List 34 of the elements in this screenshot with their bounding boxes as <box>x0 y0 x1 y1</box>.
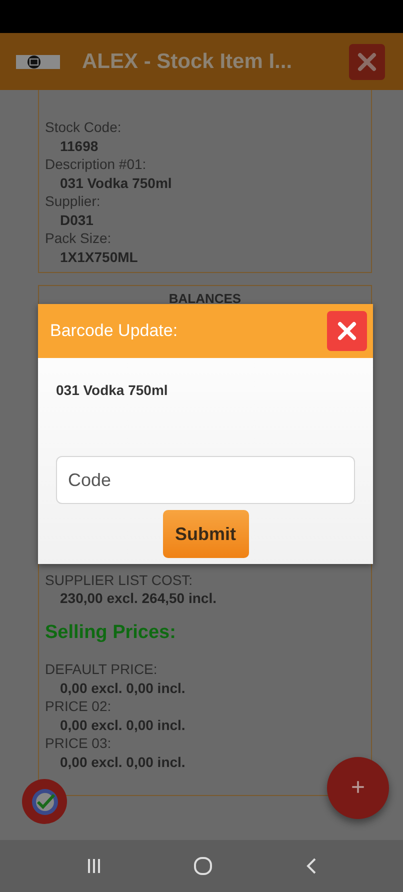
item-name: 031 Vodka 750ml <box>56 382 169 398</box>
checkmark-button[interactable] <box>22 779 67 824</box>
field-value: 0,00 excl. 0,00 incl. <box>59 752 186 771</box>
add-button[interactable]: + <box>327 757 389 819</box>
field-value: D031 <box>59 210 94 229</box>
field-label: DEFAULT PRICE: <box>45 660 158 678</box>
field-value: 11698 <box>59 136 100 155</box>
section-heading: BALANCES <box>168 290 242 308</box>
field-label: PRICE 02: <box>45 697 112 716</box>
close-button[interactable] <box>327 311 367 351</box>
field-label: Description #01: <box>45 155 148 174</box>
field-value: 0,00 excl. 0,00 incl. <box>59 716 186 734</box>
field-value: 1X1X750ML <box>59 248 139 266</box>
field-value: 0,00 excl. 0,00 incl. <box>59 678 186 697</box>
close-button[interactable] <box>349 44 385 80</box>
section-heading: Selling Prices: <box>45 624 177 642</box>
check-icon <box>30 786 60 816</box>
field-value: 230,00 excl. 264,50 incl. <box>59 589 218 608</box>
submit-button[interactable]: Submit <box>162 510 248 558</box>
page-title: ALEX - Stock Item I... <box>82 50 294 74</box>
field-label: SUPPLIER LIST COST: <box>45 570 194 589</box>
close-icon <box>337 321 357 341</box>
field-label: Pack Size: <box>45 229 112 248</box>
field-value: 031 Vodka 750ml <box>59 174 173 192</box>
code-input-field[interactable]: Code <box>56 456 355 504</box>
home-icon[interactable] <box>193 856 214 876</box>
recent-apps-icon[interactable] <box>86 858 102 874</box>
dialog-title: Barcode Update: <box>50 321 178 341</box>
close-icon <box>357 52 377 72</box>
field-label: Stock Code: <box>45 118 122 136</box>
field-label: Supplier: <box>45 192 102 210</box>
app-logo-icon <box>16 54 60 68</box>
field-label: PRICE 03: <box>45 734 112 752</box>
back-icon[interactable] <box>305 857 318 875</box>
